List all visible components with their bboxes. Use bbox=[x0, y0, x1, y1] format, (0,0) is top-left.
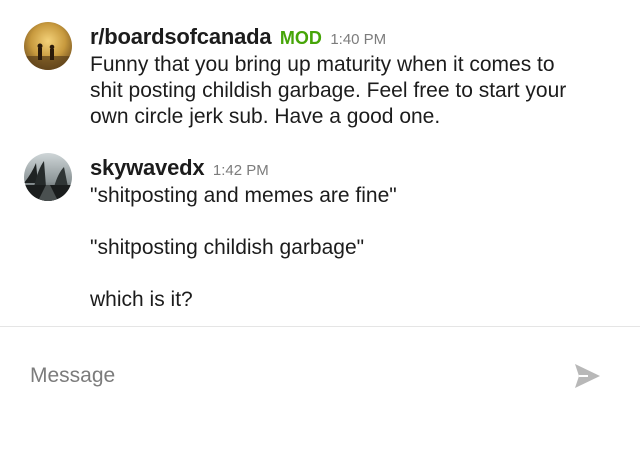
send-button[interactable] bbox=[570, 360, 604, 392]
message-text: "shitposting and memes are fine" "shitpo… bbox=[90, 183, 630, 313]
message-composer bbox=[0, 327, 640, 474]
message-line: own circle jerk sub. Have a good one. bbox=[90, 105, 441, 128]
message-paragraph: which is it? bbox=[90, 288, 193, 311]
message-input[interactable] bbox=[30, 360, 550, 392]
message-text: Funny that you bring up maturity when it… bbox=[90, 52, 630, 130]
message-paragraph: "shitposting and memes are fine" bbox=[90, 184, 397, 207]
message-paragraph: "shitposting childish garbage" bbox=[90, 236, 365, 259]
message-line: shit posting childish garbage. Feel free… bbox=[90, 79, 567, 102]
message-item: r/boardsofcanada MOD 1:40 PM Funny that … bbox=[24, 22, 624, 132]
avatar[interactable] bbox=[24, 153, 72, 201]
message-body: r/boardsofcanada MOD 1:40 PM Funny that … bbox=[90, 22, 630, 130]
message-body: skywavedx 1:42 PM "shitposting and memes… bbox=[90, 153, 630, 313]
timestamp: 1:42 PM bbox=[212, 162, 269, 179]
message-item: skywavedx 1:42 PM "shitposting and memes… bbox=[24, 153, 624, 323]
message-header: skywavedx 1:42 PM bbox=[90, 153, 630, 183]
username[interactable]: skywavedx bbox=[90, 155, 205, 180]
timestamp: 1:40 PM bbox=[330, 31, 387, 48]
message-line: Funny that you bring up maturity when it… bbox=[90, 53, 555, 76]
username[interactable]: r/boardsofcanada bbox=[90, 24, 272, 49]
mod-badge: MOD bbox=[279, 28, 322, 48]
message-header: r/boardsofcanada MOD 1:40 PM bbox=[90, 22, 630, 52]
message-thread: r/boardsofcanada MOD 1:40 PM Funny that … bbox=[0, 0, 640, 327]
avatar[interactable] bbox=[24, 22, 72, 70]
send-arrow-icon bbox=[575, 364, 600, 388]
